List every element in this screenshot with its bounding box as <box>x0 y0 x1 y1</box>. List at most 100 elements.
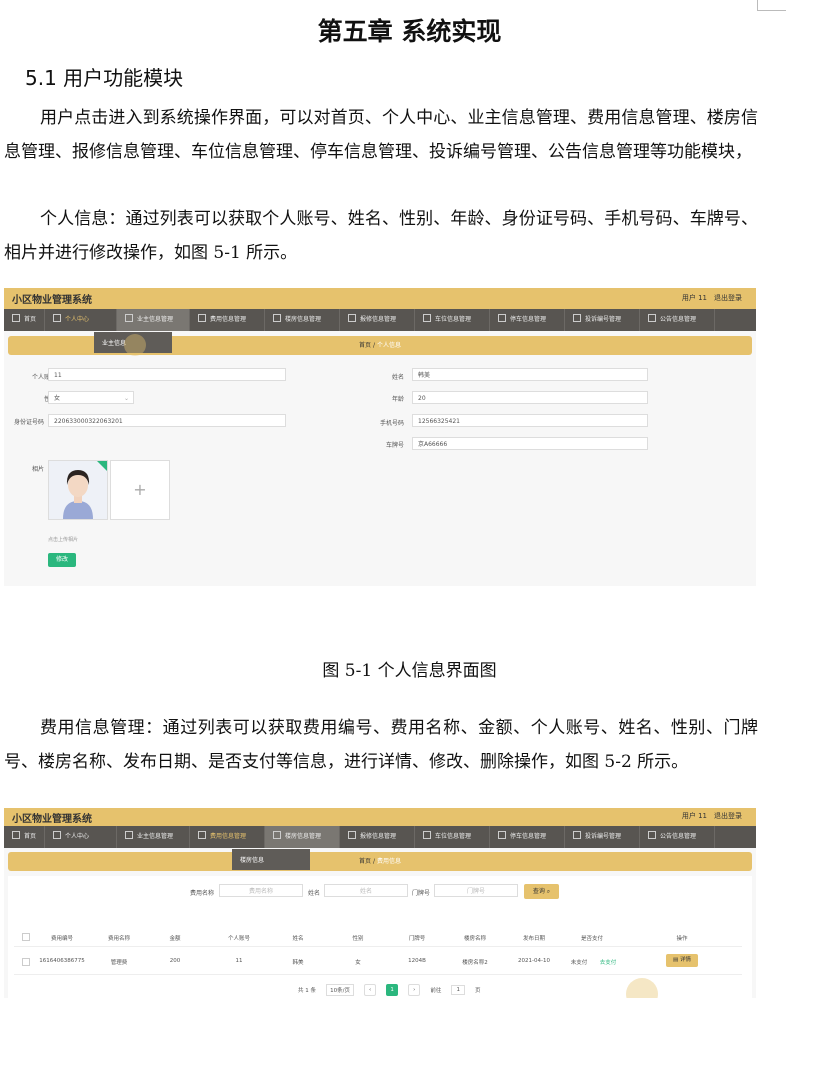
menu-icon <box>273 831 281 839</box>
th-gender[interactable]: 性别 <box>329 934 387 942</box>
cell-door: 1204B <box>408 958 426 964</box>
submit-button[interactable]: 修改 <box>48 553 76 567</box>
menu-icon <box>573 831 581 839</box>
search-button[interactable]: 查询 ⌕ <box>524 884 559 899</box>
th-fee-name[interactable]: 费用名称 <box>89 934 149 942</box>
menu-icon <box>273 314 281 322</box>
nav-complaint[interactable]: 投诉编号管理 <box>565 309 640 331</box>
nav-notice[interactable]: 公告信息管理 <box>640 826 715 848</box>
crumb-sep: / <box>372 858 376 865</box>
idcard-field[interactable]: 220633000322063201 <box>48 414 286 427</box>
prev-page-button[interactable]: ‹ <box>364 983 377 996</box>
next-page-button[interactable]: › <box>408 983 421 996</box>
th-fee-id[interactable]: 费用编号 <box>32 934 92 942</box>
nav-repair-info[interactable]: 报修信息管理 <box>340 309 415 331</box>
nav-parking-space[interactable]: 车位信息管理 <box>415 826 490 848</box>
age-field[interactable]: 20 <box>412 391 648 404</box>
nav-owner-info[interactable]: 业主信息管理 <box>117 309 190 331</box>
menu-icon <box>648 831 656 839</box>
upload-button[interactable]: + <box>110 460 170 520</box>
app-header: 小区物业管理系统 用户 11 退出登录 <box>4 288 756 309</box>
th-name[interactable]: 姓名 <box>269 934 327 942</box>
plate-field[interactable]: 京A66666 <box>412 437 648 450</box>
nav-parking-info[interactable]: 停车信息管理 <box>490 826 565 848</box>
detail-button[interactable]: ▤ 详情 <box>666 954 698 967</box>
page-number[interactable]: 1 <box>386 983 399 996</box>
avatar-photo[interactable] <box>48 460 108 520</box>
cell-date: 2021-04-10 <box>518 958 550 964</box>
gender-select[interactable]: 女 ⌄ <box>48 391 134 404</box>
select-all-checkbox[interactable] <box>22 933 30 941</box>
nav-building-info[interactable]: 楼房信息管理 <box>265 309 340 331</box>
menu-icon <box>348 831 356 839</box>
nav-complaint[interactable]: 投诉编号管理 <box>565 826 640 848</box>
search-icon: ⌕ <box>546 888 551 895</box>
home-icon <box>12 831 20 839</box>
nav-repair-info[interactable]: 报修信息管理 <box>340 826 415 848</box>
th-account[interactable]: 个人账号 <box>209 934 269 942</box>
app-title: 小区物业管理系统 <box>12 295 92 306</box>
crumb-home[interactable]: 首页 <box>359 342 371 349</box>
cell-account: 11 <box>235 958 243 964</box>
logout-link[interactable]: 退出登录 <box>714 294 742 302</box>
phone-field[interactable]: 12566325421 <box>412 414 648 427</box>
menu-icon <box>648 314 656 322</box>
crumb-home[interactable]: 首页 <box>359 858 371 865</box>
door-label: 门牌号 <box>411 890 430 897</box>
nav-owner-info[interactable]: 业主信息管理 <box>117 826 190 848</box>
pay-link[interactable]: 去支付 <box>594 958 622 966</box>
nav-personal-center[interactable]: 个人中心 <box>45 309 117 331</box>
goto-input[interactable]: 1 <box>451 984 465 995</box>
chevron-down-icon: ⌄ <box>123 395 129 402</box>
cell-name: 韩美 <box>292 960 304 966</box>
cell-fee-name: 管理费 <box>110 960 128 966</box>
figure-caption: 图 5-1 个人信息界面图 <box>322 661 497 681</box>
search-name-label: 姓名 <box>307 890 320 897</box>
name-field[interactable]: 韩美 <box>412 368 648 381</box>
cell-paid: 未支付 <box>570 960 588 966</box>
detail-icon: ▤ <box>673 957 679 963</box>
nav-home[interactable]: 首页 <box>4 826 45 848</box>
fee-name-input[interactable]: 费用名称 <box>219 884 303 897</box>
upload-tip: 点击上传相片 <box>48 537 79 543</box>
app-title: 小区物业管理系统 <box>12 814 92 825</box>
goto-label: 前往 <box>430 987 442 994</box>
crumb-current: 费用信息 <box>376 858 401 865</box>
age-label: 年龄 <box>391 396 404 403</box>
nav-parking-space[interactable]: 车位信息管理 <box>415 309 490 331</box>
nav-personal-center[interactable]: 个人中心 <box>45 826 117 848</box>
row-checkbox[interactable] <box>22 958 30 966</box>
nav-notice[interactable]: 公告信息管理 <box>640 309 715 331</box>
th-amount[interactable]: 金额 <box>149 934 201 942</box>
cursor-highlight <box>124 334 146 356</box>
menu-icon <box>498 314 506 322</box>
search-name-input[interactable]: 姓名 <box>324 884 408 897</box>
nav-home[interactable]: 首页 <box>4 309 45 331</box>
nav-parking-info[interactable]: 停车信息管理 <box>490 309 565 331</box>
menu-icon <box>573 314 581 322</box>
dropdown-building-info[interactable]: 楼房信息 <box>232 849 310 870</box>
phone-label: 手机号码 <box>379 420 404 427</box>
th-actions: 操作 <box>676 936 688 942</box>
paragraph-personal-info: 个人信息：通过列表可以获取个人账号、姓名、性别、年龄、身份证号码、手机号码、车牌… <box>4 209 758 263</box>
th-date[interactable]: 发布日期 <box>506 934 562 942</box>
logout-link[interactable]: 退出登录 <box>714 812 742 820</box>
page-size-select[interactable]: 10条/页 <box>326 983 354 996</box>
menu-icon <box>498 831 506 839</box>
goto-unit: 页 <box>475 987 481 994</box>
th-building[interactable]: 楼房名称 <box>447 934 503 942</box>
th-door[interactable]: 门牌号 <box>389 934 445 942</box>
menu-icon <box>348 314 356 322</box>
nav-fee-info[interactable]: 费用信息管理 <box>190 826 265 848</box>
nav-building-info[interactable]: 楼房信息管理 <box>265 826 340 848</box>
th-paid[interactable]: 是否支付 <box>564 934 620 942</box>
nav-fee-info[interactable]: 费用信息管理 <box>190 309 265 331</box>
door-input[interactable]: 门牌号 <box>434 884 518 897</box>
breadcrumb: 首页 / 费用信息 <box>8 852 752 871</box>
menu-icon <box>423 314 431 322</box>
account-field[interactable]: 11 <box>48 368 286 381</box>
idcard-label: 身份证号码 <box>14 419 45 426</box>
nav-bar: 首页 个人中心 业主信息管理 费用信息管理 楼房信息管理 报修信息管理 车位信息… <box>4 309 756 331</box>
cell-gender: 女 <box>355 960 361 966</box>
page-corner-mark <box>757 0 786 11</box>
